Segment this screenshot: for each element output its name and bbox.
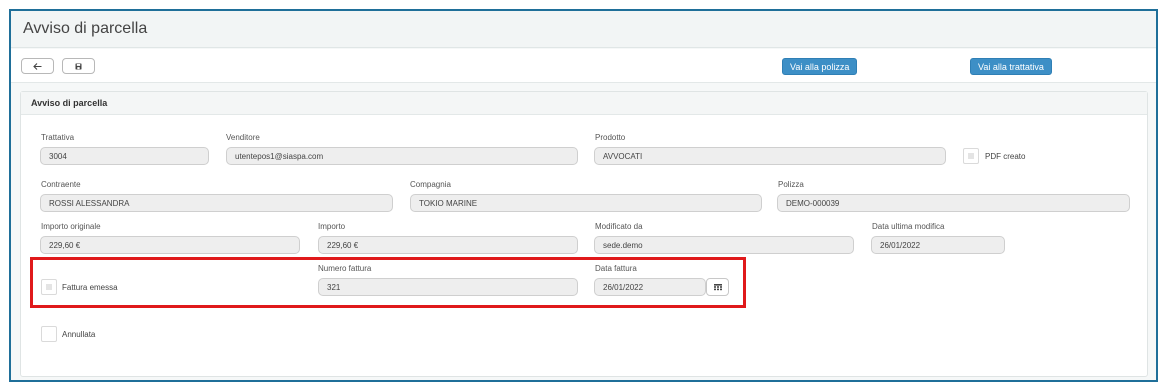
importo-originale-field[interactable]: 229,60 €	[40, 236, 300, 254]
calendar-button[interactable]	[706, 278, 729, 296]
polizza-field[interactable]: DEMO-000039	[777, 194, 1130, 212]
annullata-checkbox[interactable]	[41, 326, 57, 342]
numero-fattura-label: Numero fattura	[318, 264, 372, 273]
panel-avviso-parcella: Avviso di parcella Trattativa 3004 Vendi…	[20, 91, 1148, 377]
prodotto-field[interactable]: AVVOCATI	[594, 147, 946, 165]
save-button[interactable]	[62, 58, 95, 74]
panel-header: Avviso di parcella	[21, 92, 1147, 115]
polizza-label: Polizza	[778, 180, 804, 189]
importo-field[interactable]: 229,60 €	[318, 236, 578, 254]
pdf-creato-checkbox[interactable]	[963, 148, 979, 164]
annullata-label: Annullata	[62, 330, 96, 339]
panel-title: Avviso di parcella	[31, 98, 108, 108]
numero-fattura-field[interactable]: 321	[318, 278, 578, 296]
data-fattura-label: Data fattura	[595, 264, 637, 273]
compagnia-label: Compagnia	[410, 180, 451, 189]
venditore-label: Venditore	[226, 133, 260, 142]
page-title: Avviso di parcella	[23, 20, 148, 37]
compagnia-field[interactable]: TOKIO MARINE	[410, 194, 762, 212]
pdf-creato-label: PDF creato	[985, 152, 1026, 161]
save-icon	[75, 63, 82, 69]
goto-policy-button[interactable]: Vai alla polizza	[782, 58, 858, 75]
arrow-left-icon	[33, 62, 42, 70]
data-ultima-modifica-label: Data ultima modifica	[872, 222, 945, 231]
venditore-field[interactable]: utentepos1@siaspa.com	[226, 147, 578, 165]
trattativa-label: Trattativa	[41, 133, 75, 142]
importo-originale-label: Importo originale	[41, 222, 101, 231]
trattativa-field[interactable]: 3004	[40, 147, 209, 165]
fattura-emessa-label: Fattura emessa	[62, 283, 118, 292]
title-bar: Avviso di parcella	[11, 11, 1156, 48]
data-fattura-field[interactable]: 26/01/2022	[594, 278, 706, 296]
toolbar: Vai alla polizza Vai alla trattativa	[11, 49, 1156, 83]
modificato-da-field[interactable]: sede.demo	[594, 236, 854, 254]
calendar-icon	[713, 283, 722, 290]
prodotto-label: Prodotto	[595, 133, 626, 142]
contraente-label: Contraente	[41, 180, 81, 189]
goto-deal-button[interactable]: Vai alla trattativa	[970, 58, 1052, 75]
fattura-emessa-checkbox[interactable]	[41, 279, 57, 295]
modificato-da-label: Modificato da	[595, 222, 643, 231]
data-ultima-modifica-field[interactable]: 26/01/2022	[871, 236, 1005, 254]
contraente-field[interactable]: ROSSI ALESSANDRA	[40, 194, 393, 212]
app-window: Avviso di parcella Vai alla polizza Vai …	[9, 9, 1158, 382]
importo-label: Importo	[318, 222, 346, 231]
back-button[interactable]	[21, 58, 54, 74]
